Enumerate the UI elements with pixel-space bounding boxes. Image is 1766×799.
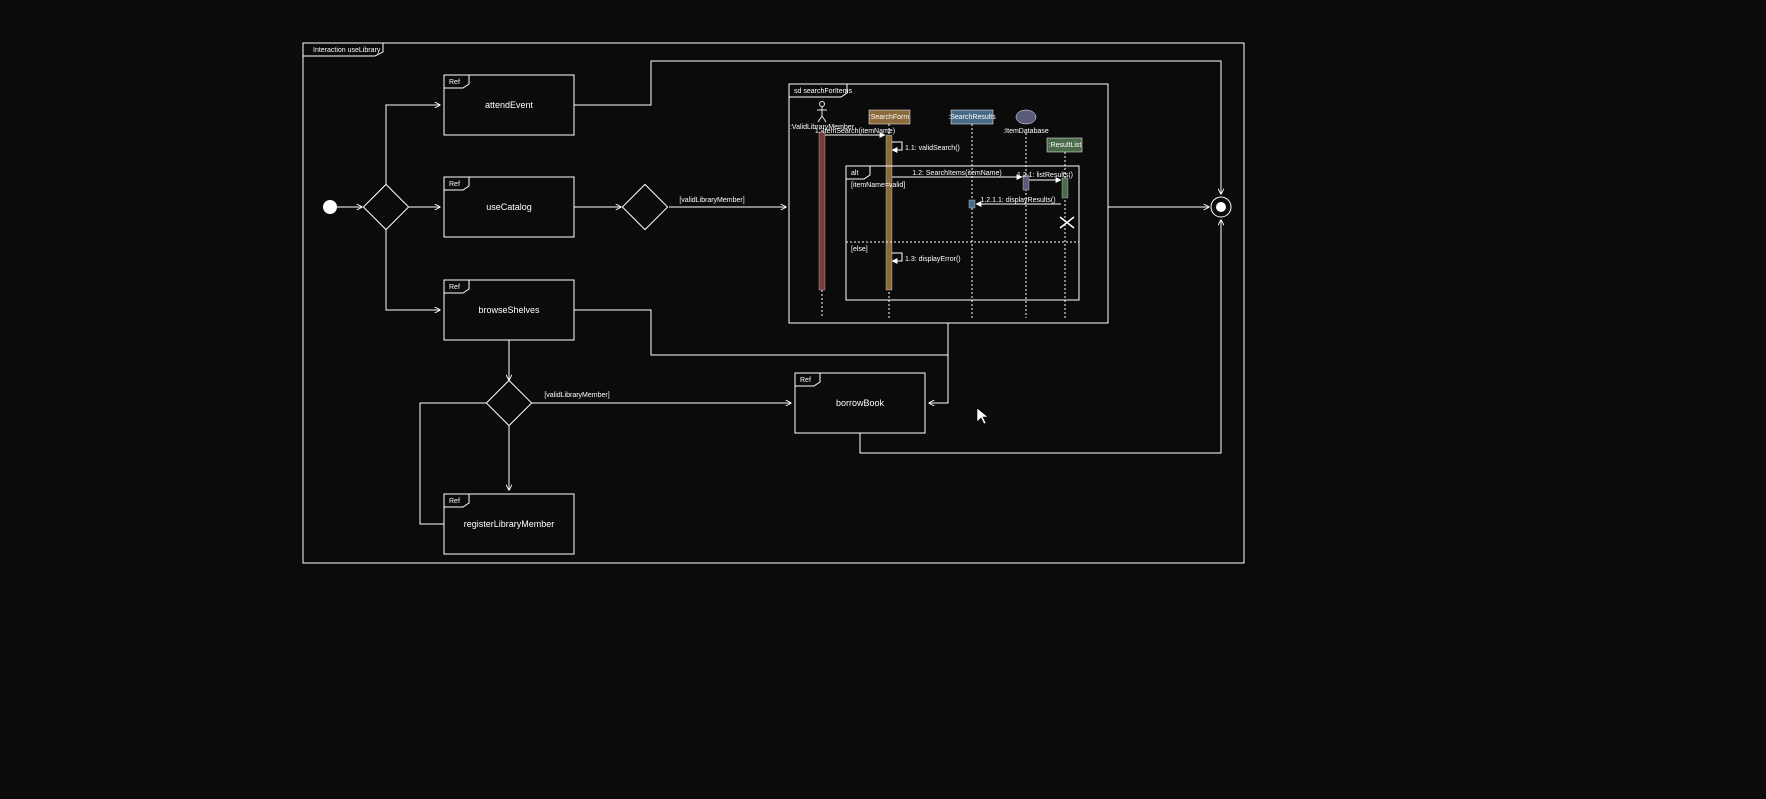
msg-12: 1.2: SearchItems(itemName) — [912, 170, 1001, 177]
lifeline-search-results: :SearchResults — [948, 114, 996, 121]
ref-use-catalog: Ref useCatalog — [444, 177, 574, 237]
svg-text:Ref: Ref — [449, 181, 460, 188]
guard-1: [validLibraryMember] — [679, 197, 744, 204]
initial-node — [323, 200, 337, 214]
destroy-icon — [1060, 217, 1074, 228]
msg-121: 1.2.1: listResults() — [1017, 172, 1073, 179]
decision-3 — [486, 380, 531, 425]
alt-cond1: [itemName=valid] — [851, 182, 905, 189]
decision-1 — [363, 184, 408, 229]
edge-browse-sdpanel — [574, 310, 948, 355]
edge-attend-final — [574, 61, 1221, 194]
ref-register-library-member-name: registerLibraryMember — [464, 519, 555, 529]
guard-2: [validLibraryMember] — [544, 392, 609, 399]
msg-11: 1.1: validSearch() — [905, 145, 960, 152]
lifeline-search-form: :SearchForm — [869, 114, 910, 121]
lifeline-result-list: :ResultList — [1049, 142, 1082, 149]
activation-member — [819, 132, 825, 290]
ref-browse-shelves-name: browseShelves — [478, 305, 540, 315]
edge-sd-borrow — [929, 323, 948, 403]
edge-d3-left — [420, 403, 486, 524]
ref-register-library-member: Ref registerLibraryMember — [444, 494, 574, 554]
activation-searchform — [886, 135, 892, 290]
ref-borrow-book: Ref borrowBook — [795, 373, 925, 433]
sd-panel: sd searchForItems :ValidLibraryMember :S… — [789, 84, 1108, 323]
ref-browse-shelves: Ref browseShelves — [444, 280, 574, 340]
final-node — [1211, 197, 1231, 217]
svg-text:Ref: Ref — [449, 498, 460, 505]
diagram-canvas[interactable]: Interaction useLibrary Ref attendEvent R… — [0, 0, 1766, 799]
msg-1211: 1.2.1.1: displayResults() — [980, 197, 1055, 204]
sd-title: sd searchForItems — [794, 88, 852, 95]
ref-attend-event: Ref attendEvent — [444, 75, 574, 135]
activation-resultlist — [1062, 178, 1068, 198]
actor-icon — [817, 102, 827, 123]
decision-2 — [622, 184, 667, 229]
edge-d1-attend — [386, 105, 440, 184]
cursor-icon — [977, 408, 988, 424]
msg-1: 1: ItemSearch(itemName) — [815, 128, 895, 135]
ref-attend-event-name: attendEvent — [485, 100, 534, 110]
ref-borrow-book-name: borrowBook — [836, 398, 885, 408]
edge-borrow-final — [860, 220, 1221, 453]
ref-use-catalog-name: useCatalog — [486, 202, 532, 212]
interaction-title: Interaction useLibrary — [313, 47, 381, 54]
svg-text:Ref: Ref — [449, 284, 460, 291]
svg-text:Ref: Ref — [449, 79, 460, 86]
activation-searchresults — [969, 200, 975, 208]
svg-text:Ref: Ref — [800, 377, 811, 384]
alt-cond2: [else] — [851, 246, 868, 253]
lifeline-item-database-head — [1016, 110, 1036, 124]
alt-label: alt — [851, 170, 858, 177]
edge-d1-browse — [386, 230, 440, 310]
msg-13: 1.3: displayError() — [905, 256, 961, 263]
